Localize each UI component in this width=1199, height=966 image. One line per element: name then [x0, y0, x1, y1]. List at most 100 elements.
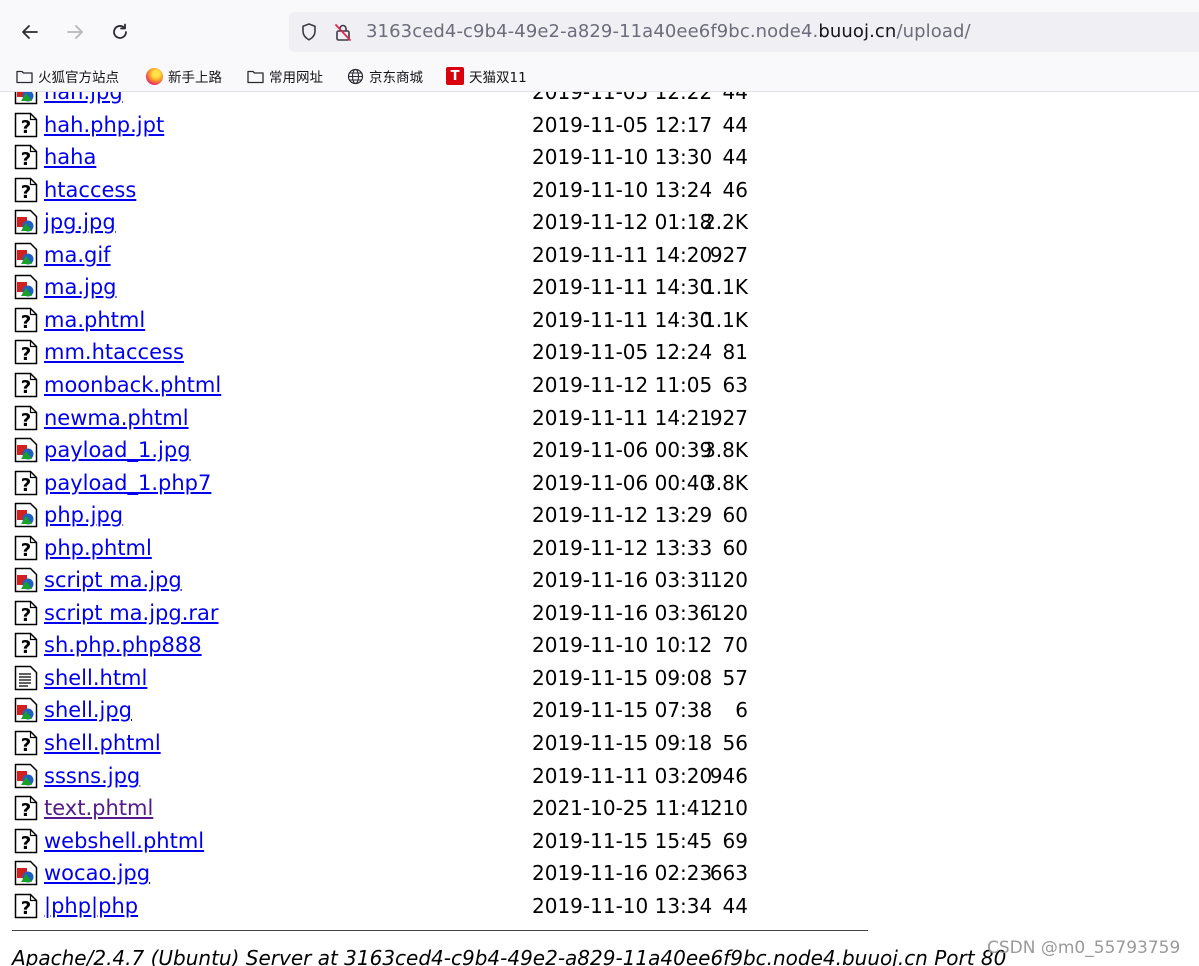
- bookmark-jd-mall[interactable]: 京东商城: [346, 65, 423, 87]
- file-size: 81: [722, 340, 748, 365]
- unknown-icon: ?: [14, 177, 38, 203]
- unknown-icon: ?: [14, 893, 38, 919]
- file-link[interactable]: ma.jpg: [44, 273, 117, 301]
- file-link[interactable]: |php|php: [44, 892, 138, 920]
- file-row: ? newma.phtml 2019-11-11 14:21 927: [0, 402, 900, 434]
- file-row: ma.jpg 2019-11-11 14:30 1.1K: [0, 271, 900, 303]
- file-link[interactable]: sssns.jpg: [44, 762, 140, 790]
- listing-divider: [12, 930, 868, 931]
- svg-text:?: ?: [21, 182, 31, 203]
- file-row: ? php.phtml 2019-11-12 13:33 60: [0, 532, 900, 564]
- bookmark-getting-started[interactable]: 新手上路: [145, 65, 222, 87]
- address-bar[interactable]: 3163ced4-c9b4-49e2-a829-11a40ee6f9bc.nod…: [289, 12, 1199, 52]
- watermark: CSDN @m0_55793759: [987, 938, 1181, 958]
- file-date: 2019-11-05 12:24: [532, 340, 713, 365]
- file-date: 2019-11-10 10:12: [532, 633, 713, 658]
- server-signature: Apache/2.4.7 (Ubuntu) Server at 3163ced4…: [12, 946, 1007, 966]
- file-link[interactable]: payload_1.jpg: [44, 436, 191, 464]
- insecure-lock-icon[interactable]: [333, 22, 353, 42]
- file-date: 2019-11-15 07:38: [532, 698, 713, 723]
- image-icon: [14, 567, 38, 593]
- file-row: ? moonback.phtml 2019-11-12 11:05 63: [0, 369, 900, 401]
- back-button[interactable]: [13, 15, 47, 49]
- bookmark-label: 火狐官方站点: [38, 70, 119, 86]
- url-subdomain: 3163ced4-c9b4-49e2-a829-11a40ee6f9bc.nod…: [366, 21, 819, 42]
- file-link[interactable]: webshell.phtml: [44, 827, 204, 855]
- url-path: /upload/: [896, 21, 971, 42]
- url-domain: buuoj.cn: [818, 21, 897, 42]
- file-row: ? script ma.jpg.rar 2019-11-16 03:36 120: [0, 597, 900, 629]
- file-size: 2.2K: [703, 210, 748, 235]
- file-date: 2019-11-10 13:34: [532, 893, 713, 918]
- file-size: 3.8K: [703, 470, 748, 495]
- file-link[interactable]: mm.htaccess: [44, 338, 184, 366]
- unknown-icon: ?: [14, 470, 38, 496]
- file-row: ? mm.htaccess 2019-11-05 12:24 81: [0, 336, 900, 368]
- bookmark-common-sites[interactable]: 常用网址: [246, 65, 323, 87]
- file-link[interactable]: payload_1.php7: [44, 469, 211, 497]
- file-date: 2019-11-12 13:33: [532, 535, 713, 560]
- image-icon: [14, 209, 38, 235]
- file-date: 2019-11-12 01:18: [532, 210, 713, 235]
- file-date: 2019-11-15 09:18: [532, 731, 713, 755]
- file-row: script ma.jpg 2019-11-16 03:31 120: [0, 564, 900, 596]
- file-link[interactable]: hah.jpg: [44, 92, 123, 106]
- file-size: 57: [722, 665, 748, 690]
- bookmark-firefox-official[interactable]: 火狐官方站点: [15, 65, 119, 87]
- file-size: 46: [722, 177, 748, 202]
- file-size: 663: [709, 861, 748, 886]
- file-row: payload_1.jpg 2019-11-06 00:39 3.8K: [0, 434, 900, 466]
- file-date: 2019-11-06 00:40: [532, 470, 713, 495]
- file-size: 1.1K: [703, 307, 748, 332]
- file-link[interactable]: shell.jpg: [44, 696, 132, 724]
- file-link[interactable]: ma.phtml: [44, 306, 145, 334]
- file-link[interactable]: haha: [44, 143, 96, 171]
- browser-toolbar: 3163ced4-c9b4-49e2-a829-11a40ee6f9bc.nod…: [0, 0, 1199, 62]
- file-link[interactable]: newma.phtml: [44, 404, 189, 432]
- svg-text:?: ?: [21, 898, 31, 919]
- file-date: 2019-11-10 13:30: [532, 145, 713, 170]
- bookmark-label: 常用网址: [269, 70, 323, 86]
- file-link[interactable]: ma.gif: [44, 241, 111, 269]
- file-date: 2019-11-05 12:17: [532, 112, 713, 137]
- directory-listing: hah.jpg 2019-11-05 12:22 44? hah.php.jpt 201…: [0, 92, 1199, 966]
- file-link[interactable]: text.phtml: [44, 794, 153, 822]
- file-date: 2019-11-06 00:39: [532, 438, 713, 463]
- file-link[interactable]: hah.php.jpt: [44, 111, 164, 139]
- file-link[interactable]: wocao.jpg: [44, 859, 150, 887]
- file-link[interactable]: jpg.jpg: [44, 208, 116, 236]
- unknown-icon: ?: [14, 339, 38, 365]
- svg-text:?: ?: [21, 735, 31, 756]
- shield-icon[interactable]: [299, 22, 319, 42]
- file-row: ? ma.phtml 2019-11-11 14:30 1.1K: [0, 304, 900, 336]
- file-link[interactable]: script ma.jpg.rar: [44, 599, 219, 627]
- file-link[interactable]: script ma.jpg: [44, 566, 182, 594]
- bookmark-tmall-1111[interactable]: T 天猫双11: [446, 65, 527, 87]
- file-link[interactable]: shell.phtml: [44, 729, 161, 757]
- file-link[interactable]: htaccess: [44, 176, 136, 204]
- file-link[interactable]: shell.html: [44, 664, 147, 692]
- file-row: ? hah.php.jpt 2019-11-05 12:17 44: [0, 109, 900, 141]
- image-icon: [14, 697, 38, 723]
- file-row: hah.jpg 2019-11-05 12:22 44: [0, 92, 900, 108]
- forward-arrow-icon: [67, 25, 83, 39]
- url-text[interactable]: 3163ced4-c9b4-49e2-a829-11a40ee6f9bc.nod…: [366, 21, 971, 43]
- file-date: 2019-11-11 14:30: [532, 275, 713, 300]
- file-date: 2019-11-15 15:45: [532, 828, 713, 853]
- unknown-icon: ?: [14, 795, 38, 821]
- reload-button[interactable]: [103, 15, 137, 49]
- folder-icon: [15, 67, 33, 85]
- svg-text:?: ?: [21, 605, 31, 626]
- file-date: 2019-11-10 13:24: [532, 177, 713, 202]
- file-date: 2019-11-05 12:22: [532, 92, 713, 104]
- image-icon: [14, 242, 38, 268]
- file-link[interactable]: php.jpg: [44, 501, 123, 529]
- svg-text:?: ?: [21, 800, 31, 821]
- back-arrow-icon: [22, 25, 38, 39]
- forward-button[interactable]: [58, 15, 92, 49]
- unknown-icon: ?: [14, 112, 38, 138]
- file-link[interactable]: moonback.phtml: [44, 371, 221, 399]
- file-link[interactable]: sh.php.php888: [44, 631, 202, 659]
- folder-icon: [246, 67, 264, 85]
- file-link[interactable]: php.phtml: [44, 534, 152, 562]
